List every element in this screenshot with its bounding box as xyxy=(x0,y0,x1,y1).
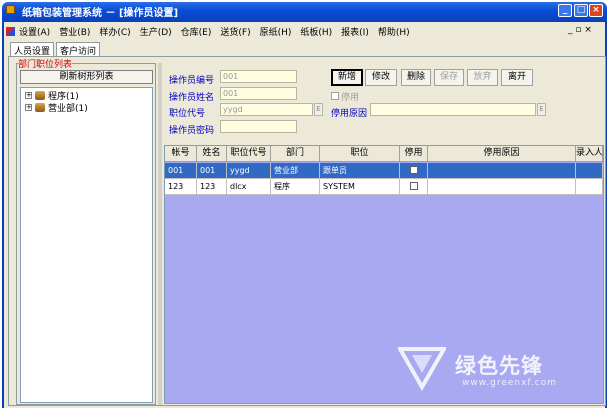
disable-reason-label: 停用原因 xyxy=(331,109,368,119)
expand-icon[interactable]: + xyxy=(25,92,32,99)
column-header-disabled[interactable]: 停用 xyxy=(400,146,428,162)
cell-account: 001 xyxy=(165,163,197,179)
mdi-window-controls[interactable]: _ ▫ × xyxy=(568,25,592,35)
menu-sales[interactable]: 营业(B) xyxy=(59,25,90,38)
column-header-dept[interactable]: 部门 xyxy=(271,146,320,162)
cell-position-code: dlcx xyxy=(227,179,271,195)
discard-button[interactable]: 放弃 xyxy=(467,69,498,86)
column-header-account[interactable]: 帐号 xyxy=(165,146,197,162)
column-header-position[interactable]: 职位 xyxy=(320,146,400,162)
mdi-child-icon[interactable] xyxy=(6,26,15,36)
close-button[interactable]: × xyxy=(589,4,603,17)
cell-account: 123 xyxy=(165,179,197,195)
tree-node-label: 营业部(1) xyxy=(48,104,88,114)
disable-checkbox[interactable] xyxy=(331,92,339,100)
cell-disabled xyxy=(400,163,428,179)
window-title: 纸箱包装管理系统 － [操作员设置] xyxy=(22,8,179,19)
app-icon xyxy=(6,5,15,14)
watermark-text: 绿色先锋 xyxy=(455,354,543,378)
cell-position: 跟单员 xyxy=(320,163,400,179)
menu-settings[interactable]: 设置(A) xyxy=(19,25,50,38)
menu-production[interactable]: 生产(D) xyxy=(140,25,172,38)
disable-reason-dropdown-icon[interactable]: E xyxy=(537,103,546,116)
watermark-url: www.greenxf.com xyxy=(462,378,558,388)
column-header-name[interactable]: 姓名 xyxy=(197,146,227,162)
menu-reports[interactable]: 报表(I) xyxy=(341,25,369,38)
maximize-button[interactable]: □ xyxy=(574,4,588,17)
cell-position-code: yygd xyxy=(227,163,271,179)
menu-bar: 设置(A) 营业(B) 样办(C) 生产(D) 仓库(E) 送货(F) 原纸(H… xyxy=(6,24,419,38)
splitter[interactable] xyxy=(158,63,162,405)
disable-reason-field[interactable] xyxy=(370,103,536,116)
exit-button[interactable]: 离开 xyxy=(501,69,533,86)
table-row[interactable]: 001 001 yygd 营业部 跟单员 xyxy=(165,163,603,179)
tree-node-sales-dept[interactable]: + 营业部(1) xyxy=(25,101,88,114)
edit-button[interactable]: 修改 xyxy=(365,69,397,86)
menu-board[interactable]: 纸板(H) xyxy=(300,25,332,38)
cell-name: 001 xyxy=(197,163,227,179)
cell-dept: 程序 xyxy=(271,179,320,195)
menu-help[interactable]: 帮助(H) xyxy=(378,25,410,38)
minimize-button[interactable]: _ xyxy=(558,4,572,17)
position-code-dropdown-icon[interactable]: E xyxy=(314,103,323,116)
position-code-field[interactable]: yygd xyxy=(220,103,313,116)
refresh-tree-button[interactable]: 刷新树形列表 xyxy=(20,70,153,84)
group-title: 部门职位列表 xyxy=(18,57,73,70)
position-code-label: 职位代号 xyxy=(169,109,206,119)
watermark-logo-icon xyxy=(398,347,446,391)
disable-label: 停用 xyxy=(341,93,360,103)
operator-no-label: 操作员编号 xyxy=(169,76,215,86)
cell-name: 123 xyxy=(197,179,227,195)
column-header-disable-reason[interactable]: 停用原因 xyxy=(428,146,576,162)
cell-disable-reason xyxy=(428,163,576,179)
folder-icon xyxy=(35,91,45,100)
column-header-position-code[interactable]: 职位代号 xyxy=(227,146,271,162)
cell-dept: 营业部 xyxy=(271,163,320,179)
operator-no-field[interactable]: 001 xyxy=(220,70,297,83)
tab-customer-access[interactable]: 客户访问 xyxy=(56,42,101,57)
cell-disable-reason xyxy=(428,179,576,195)
save-button[interactable]: 保存 xyxy=(434,69,464,86)
dept-tree[interactable]: + 程序(1) + 营业部(1) xyxy=(20,87,153,403)
operator-name-field[interactable]: 001 xyxy=(220,87,297,100)
tab-staff-settings[interactable]: 人员设置 xyxy=(10,42,55,57)
operator-password-label: 操作员密码 xyxy=(169,126,215,136)
menu-samples[interactable]: 样办(C) xyxy=(99,25,130,38)
column-header-entered-by[interactable]: 录入人 xyxy=(576,146,603,162)
cell-position: SYSTEM xyxy=(320,179,400,195)
disabled-checkbox[interactable] xyxy=(409,182,418,190)
delete-button[interactable]: 删除 xyxy=(401,69,431,86)
cell-entered-by xyxy=(576,179,603,195)
table-row[interactable]: 123 123 dlcx 程序 SYSTEM xyxy=(165,179,603,195)
disabled-checkbox[interactable] xyxy=(409,166,418,174)
add-button[interactable]: 新增 xyxy=(331,69,363,86)
menu-delivery[interactable]: 送货(F) xyxy=(220,25,250,38)
cell-entered-by xyxy=(576,163,603,179)
cell-disabled xyxy=(400,179,428,195)
menu-warehouse[interactable]: 仓库(E) xyxy=(181,25,212,38)
folder-icon xyxy=(35,103,45,112)
menu-base-paper[interactable]: 原纸(H) xyxy=(260,25,292,38)
operator-name-label: 操作员姓名 xyxy=(169,93,215,103)
operator-password-field[interactable] xyxy=(220,120,297,133)
expand-icon[interactable]: + xyxy=(25,104,32,111)
